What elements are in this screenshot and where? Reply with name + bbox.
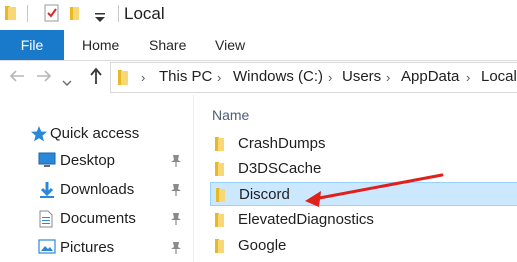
breadcrumb-chevron-icon[interactable]: › <box>466 70 470 85</box>
nav-item-label: Documents <box>60 210 136 227</box>
folder-name: D3DSCache <box>238 160 322 177</box>
documents-icon <box>38 210 54 233</box>
folder-icon[interactable] <box>4 4 22 27</box>
properties-icon[interactable] <box>42 3 62 28</box>
new-folder-icon[interactable] <box>67 4 85 27</box>
tab-file[interactable]: File <box>0 30 64 60</box>
list-item[interactable]: D3DSCache <box>210 157 517 181</box>
breadcrumb-chevron-icon[interactable]: › <box>217 70 221 85</box>
navigation-bar: › This PC › Windows (C:) › Users › AppDa… <box>0 61 517 94</box>
list-item[interactable]: ElevatedDiagnostics <box>210 208 517 232</box>
file-list: Name CrashDumps D3DSCache Discord Elevat… <box>194 95 517 262</box>
tab-home[interactable]: Home <box>82 30 119 60</box>
pin-icon[interactable] <box>170 212 182 231</box>
pin-icon[interactable] <box>170 183 182 202</box>
folder-icon <box>214 187 230 208</box>
folder-name: Discord <box>239 186 290 203</box>
forward-arrow-icon[interactable] <box>36 69 52 88</box>
nav-item-documents[interactable]: Documents <box>0 206 193 232</box>
quick-access-separator <box>27 5 28 22</box>
file-explorer-window: Local File Home Share View › This PC › W… <box>0 0 517 262</box>
explorer-body: Quick access Desktop Downloads Documents… <box>0 95 517 262</box>
tab-view[interactable]: View <box>215 30 245 60</box>
breadcrumb-chevron-icon[interactable]: › <box>328 70 332 85</box>
title-separator <box>118 5 119 22</box>
nav-item-label: Quick access <box>50 125 140 142</box>
nav-item-desktop[interactable]: Desktop <box>0 148 193 174</box>
pictures-icon <box>38 239 56 260</box>
breadcrumb-appdata[interactable]: AppData <box>401 68 459 85</box>
breadcrumb-users[interactable]: Users <box>342 68 381 85</box>
nav-item-quick-access[interactable]: Quick access <box>0 121 193 147</box>
folder-icon <box>117 69 133 91</box>
ribbon-tabs: File Home Share View <box>0 30 517 61</box>
star-icon <box>30 125 48 148</box>
pin-icon[interactable] <box>170 241 182 260</box>
up-arrow-icon[interactable] <box>89 67 103 90</box>
folder-icon <box>213 161 229 182</box>
pin-icon[interactable] <box>170 154 182 173</box>
back-arrow-icon[interactable] <box>9 69 25 88</box>
desktop-icon <box>38 152 56 173</box>
nav-item-pictures[interactable]: Pictures <box>0 235 193 261</box>
breadcrumb-local[interactable]: Local <box>481 68 517 85</box>
folder-name: CrashDumps <box>238 135 326 152</box>
address-bar[interactable]: › This PC › Windows (C:) › Users › AppDa… <box>110 62 517 93</box>
tab-share[interactable]: Share <box>149 30 186 60</box>
folder-name: Google <box>238 237 287 254</box>
nav-item-downloads[interactable]: Downloads <box>0 177 193 203</box>
window-title: Local <box>124 4 165 23</box>
column-header-name[interactable]: Name <box>212 107 249 123</box>
customize-toolbar-dropdown-icon[interactable] <box>94 10 106 28</box>
nav-item-label: Downloads <box>60 181 135 198</box>
list-item[interactable]: CrashDumps <box>210 132 517 156</box>
breadcrumb-chevron-icon[interactable]: › <box>386 70 390 85</box>
nav-item-label: Desktop <box>60 152 116 169</box>
list-item[interactable]: Google <box>210 234 517 258</box>
breadcrumb-windows-c[interactable]: Windows (C:) <box>233 68 323 85</box>
title-bar: Local <box>0 0 517 30</box>
recent-locations-chevron-icon[interactable] <box>62 73 72 91</box>
breadcrumb-chevron-icon[interactable]: › <box>141 70 145 85</box>
folder-name: ElevatedDiagnostics <box>238 211 374 228</box>
navigation-pane: Quick access Desktop Downloads Documents… <box>0 95 193 262</box>
breadcrumb-this-pc[interactable]: This PC <box>159 68 212 85</box>
folder-icon <box>213 212 229 233</box>
downloads-icon <box>38 181 56 204</box>
folder-icon <box>213 238 229 259</box>
list-item-selected[interactable]: Discord <box>210 182 517 206</box>
folder-icon <box>213 136 229 157</box>
nav-item-label: Pictures <box>60 239 115 256</box>
